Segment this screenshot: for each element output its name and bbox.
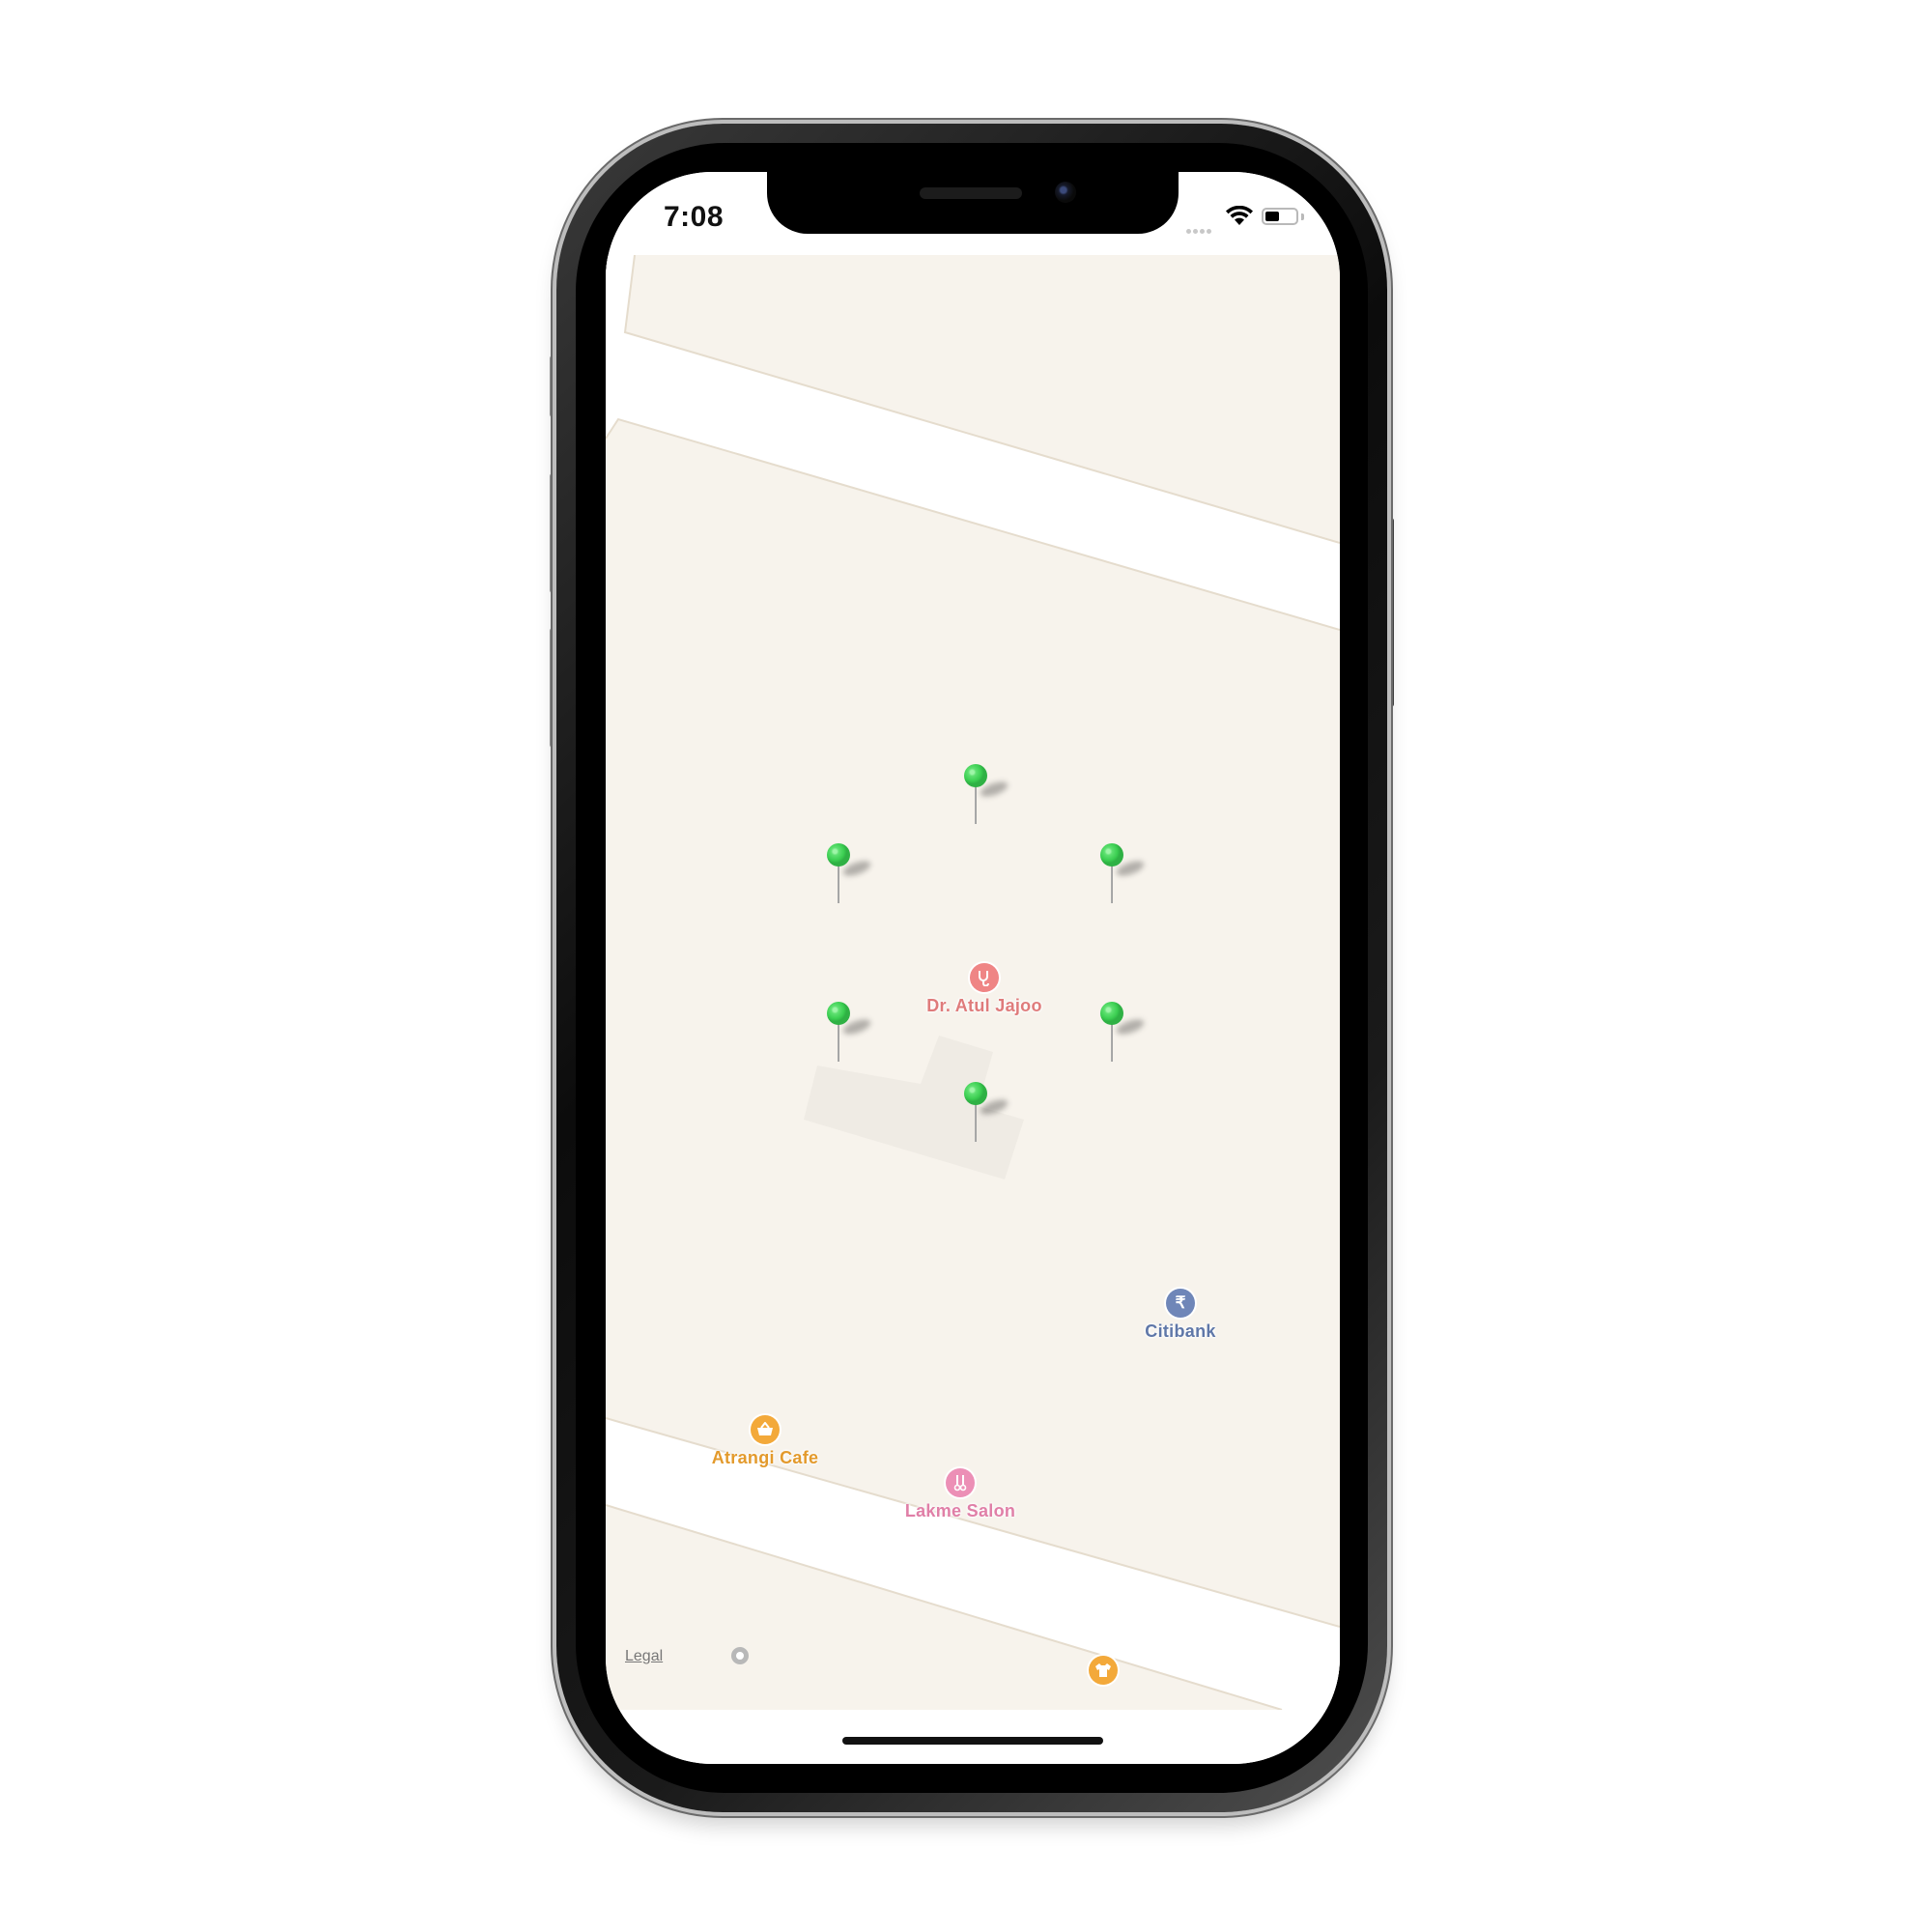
pin-head-icon (1100, 843, 1123, 867)
tshirt-icon[interactable] (1089, 1656, 1118, 1685)
poi-doctor[interactable]: Dr. Atul Jajoo (897, 963, 1071, 1016)
cellular-signal-icon (1186, 221, 1213, 239)
poi-bank-label: Citibank (1145, 1321, 1216, 1341)
poi-cafe-label: Atrangi Cafe (711, 1448, 819, 1467)
road-upper-fill (606, 255, 1340, 630)
battery-tip (1301, 213, 1304, 220)
front-camera (1055, 182, 1076, 203)
home-indicator[interactable] (842, 1737, 1103, 1745)
phone-screen: 7:08 Dr. Atul Jajoo ₹ Citibank Atrangi C… (606, 172, 1340, 1764)
wifi-icon (1226, 206, 1253, 225)
status-bar: 7:08 (606, 172, 1340, 255)
map-view[interactable]: Dr. Atul Jajoo ₹ Citibank Atrangi Cafe L… (606, 255, 1340, 1710)
status-time: 7:08 (664, 201, 724, 233)
poi-salon-label: Lakme Salon (904, 1501, 1016, 1520)
poi-salon[interactable]: Lakme Salon (878, 1468, 1042, 1521)
map-pin[interactable] (827, 843, 885, 911)
speaker-grille (920, 187, 1022, 199)
legal-link[interactable]: Legal (625, 1648, 663, 1665)
stethoscope-icon (970, 963, 999, 992)
scissors-icon (946, 1468, 975, 1497)
pin-head-icon (964, 1082, 987, 1105)
poi-bank[interactable]: ₹ Citibank (1122, 1289, 1238, 1342)
map-pin[interactable] (827, 1002, 885, 1069)
power-button (1386, 518, 1394, 707)
rupee-icon: ₹ (1166, 1289, 1195, 1318)
battery-level (1265, 212, 1279, 221)
battery-icon (1262, 208, 1298, 225)
map-pin[interactable] (964, 764, 1022, 832)
pin-head-icon (1100, 1002, 1123, 1025)
pin-head-icon (964, 764, 987, 787)
map-pin[interactable] (1100, 1002, 1158, 1069)
location-icon[interactable] (731, 1647, 749, 1664)
poi-doctor-label: Dr. Atul Jajoo (926, 996, 1042, 1015)
map-pin[interactable] (964, 1082, 1022, 1150)
notch (767, 172, 1179, 234)
basket-icon (751, 1415, 780, 1444)
home-area (606, 1710, 1340, 1764)
poi-cafe[interactable]: Atrangi Cafe (693, 1415, 838, 1468)
pin-head-icon (827, 1002, 850, 1025)
pin-head-icon (827, 843, 850, 867)
map-pin[interactable] (1100, 843, 1158, 911)
